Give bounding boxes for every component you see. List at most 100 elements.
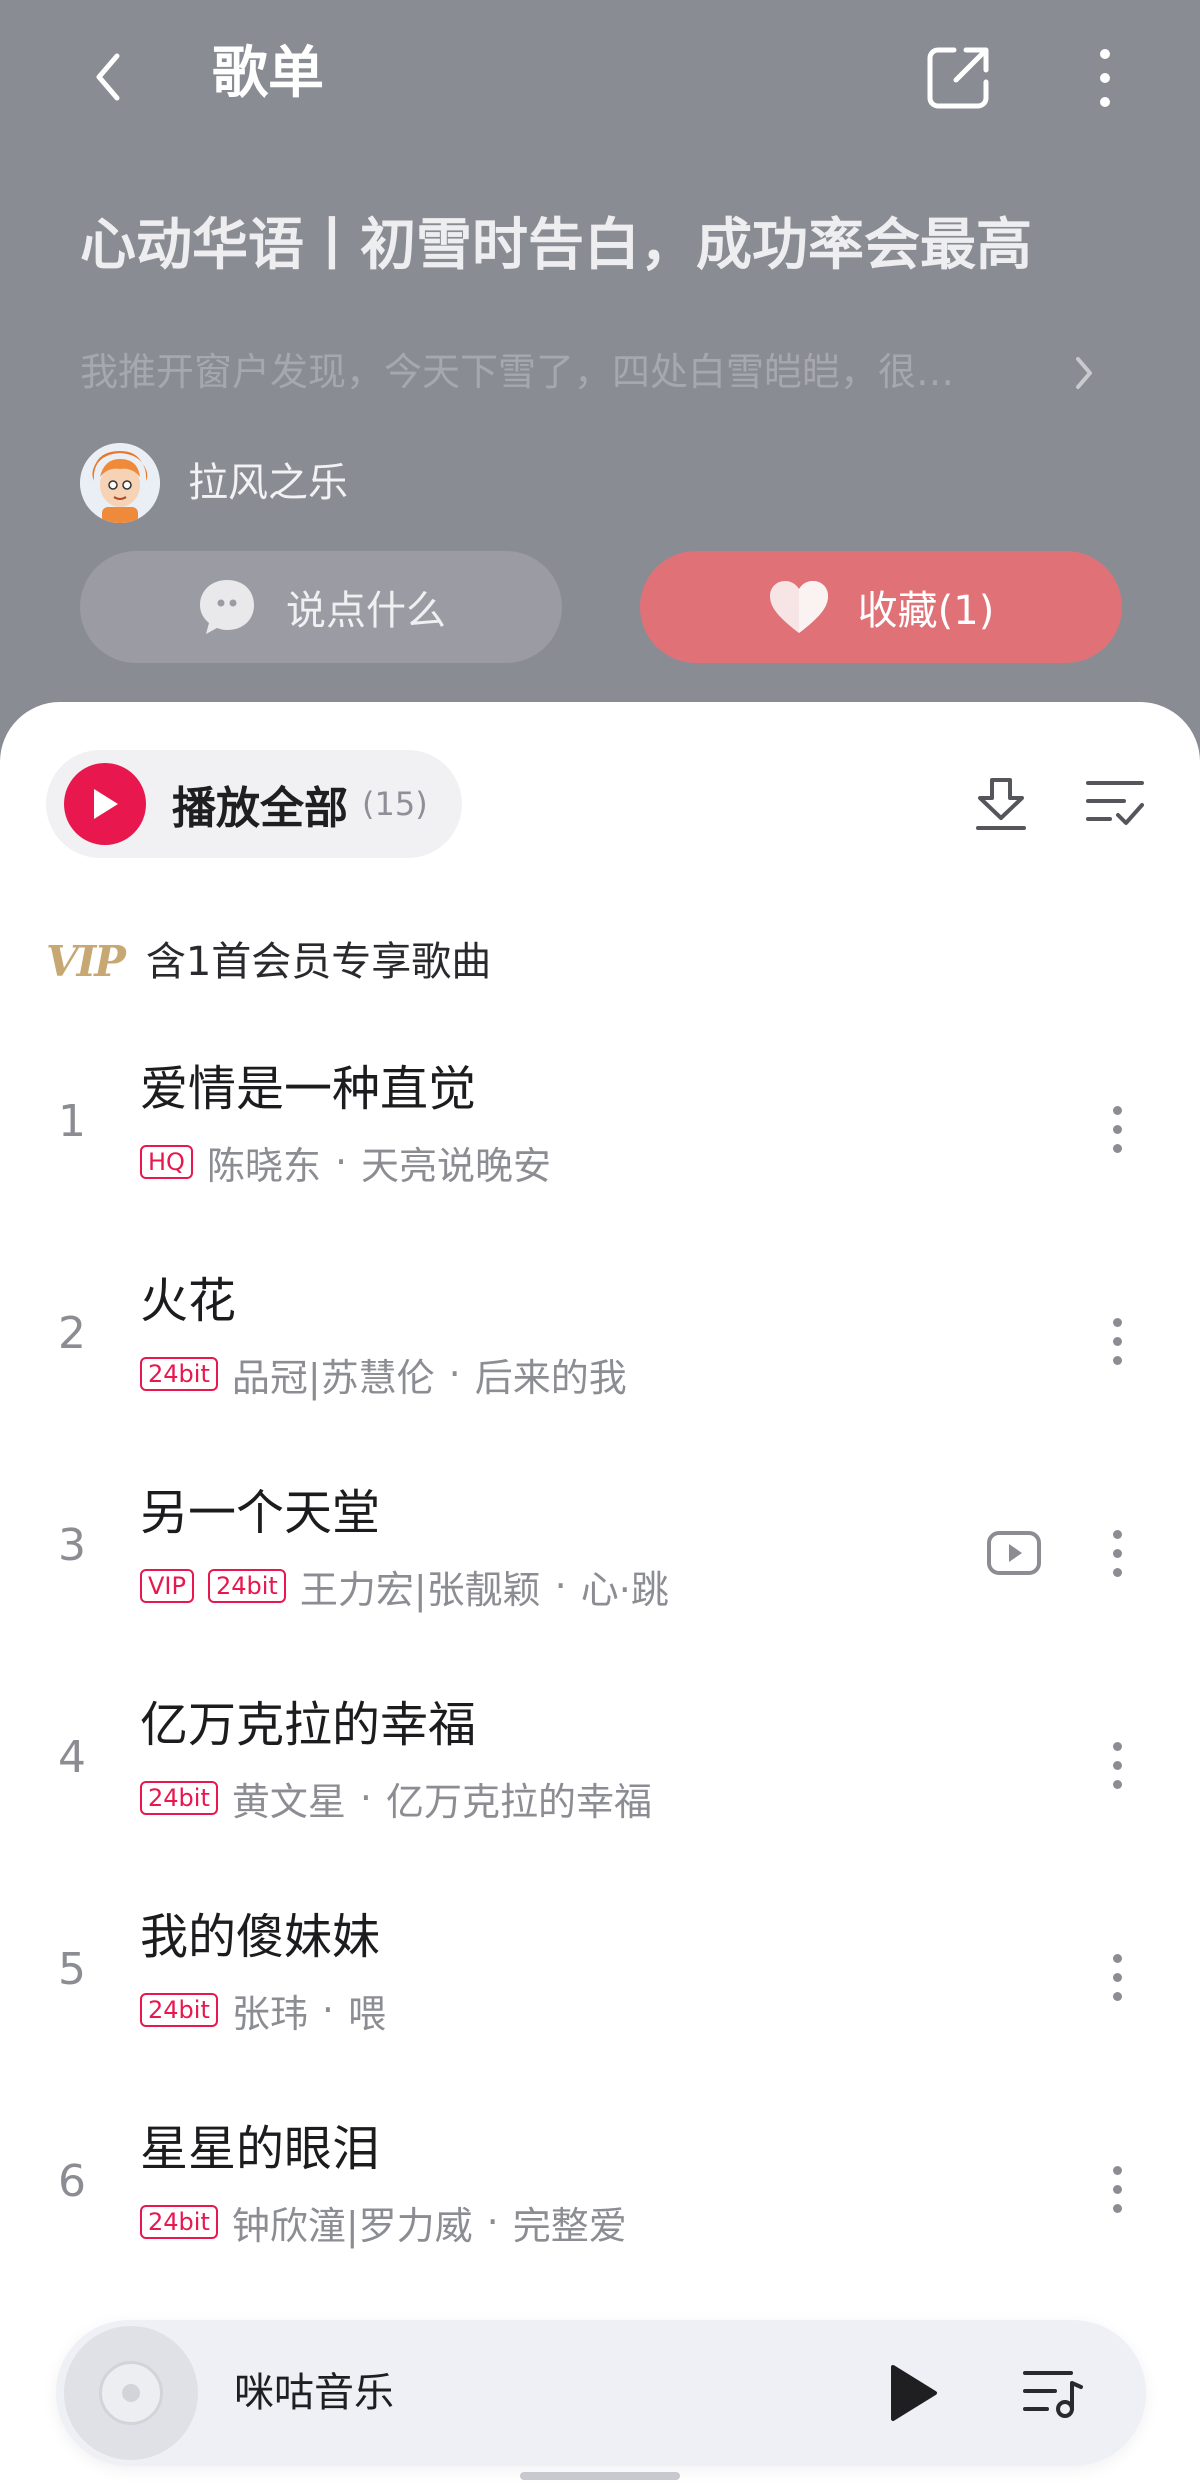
download-button[interactable] <box>966 768 1036 838</box>
song-count: (15) <box>362 785 428 823</box>
separator: · <box>321 1988 334 2032</box>
playlist-description[interactable]: 我推开窗户发现，今天下雪了，四处白雪皑皑，很… <box>80 346 1040 398</box>
playlist-queue-button[interactable] <box>1016 2356 1090 2430</box>
song-row[interactable]: 6 星星的眼泪 24bit 钟欣潼|罗力威 · 完整爱 <box>0 2082 1200 2294</box>
heart-icon <box>769 581 828 633</box>
playlist-header: 歌单 心动华语丨初雪时告白，成功率会最高 我推开窗户发现，今天下雪了，四处白雪皑… <box>0 0 1200 760</box>
song-index: 5 <box>58 1944 86 1995</box>
song-more-button[interactable] <box>1100 1306 1134 1376</box>
playlist-page: 歌单 心动华语丨初雪时告白，成功率会最高 我推开窗户发现，今天下雪了，四处白雪皑… <box>0 0 1200 2491</box>
mini-player[interactable]: 咪咕音乐 <box>56 2320 1146 2466</box>
multiselect-icon <box>1086 781 1144 825</box>
play-all-button[interactable]: 播放全部 (15) <box>46 750 462 858</box>
song-more-icon <box>1112 1529 1122 1577</box>
song-title: 星星的眼泪 <box>140 2121 381 2177</box>
more-button[interactable] <box>1080 40 1130 116</box>
song-more-icon <box>1112 2165 1122 2213</box>
quality-tag: 24bit <box>140 2205 218 2239</box>
song-more-button[interactable] <box>1100 1942 1134 2012</box>
song-album: 天亮说晚安 <box>361 1143 552 1188</box>
back-button[interactable] <box>78 42 138 112</box>
song-row[interactable]: 4 亿万克拉的幸福 24bit 黄文星 · 亿万克拉的幸福 <box>0 1658 1200 1870</box>
song-more-button[interactable] <box>1100 2154 1134 2224</box>
multiselect-button[interactable] <box>1080 768 1150 838</box>
song-more-button[interactable] <box>1100 1730 1134 1800</box>
quality-tag: 24bit <box>140 1357 218 1391</box>
song-album: 完整爱 <box>512 2203 627 2248</box>
vip-notice-text: 含1首会员专享歌曲 <box>145 939 492 985</box>
quality-tag: HQ <box>140 1145 193 1179</box>
song-title: 火花 <box>140 1273 237 1329</box>
song-album: 亿万克拉的幸福 <box>385 1779 652 1824</box>
song-row[interactable]: 3 另一个天堂 VIP 24bit 王力宏|张靓颖 · 心·跳 <box>0 1446 1200 1658</box>
home-indicator <box>520 2472 680 2480</box>
song-list: 1 爱情是一种直觉 HQ 陈晓东 · 天亮说晚安 2 火花 24bit 品冠|苏… <box>0 1022 1200 2294</box>
quality-tag: 24bit <box>207 1569 286 1603</box>
creator-name[interactable]: 拉风之乐 <box>188 455 348 511</box>
play-icon <box>891 2365 937 2421</box>
song-row[interactable]: 1 爱情是一种直觉 HQ 陈晓东 · 天亮说晚安 <box>0 1022 1200 1234</box>
disc-icon <box>99 2361 163 2425</box>
song-index: 6 <box>58 2156 86 2207</box>
separator: · <box>486 2200 499 2244</box>
page-title: 歌单 <box>212 41 324 106</box>
separator: · <box>359 1776 372 1820</box>
chevron-right-icon <box>1076 357 1092 389</box>
collect-button[interactable]: 收藏(1) <box>640 551 1122 663</box>
song-more-icon <box>1112 1953 1122 2001</box>
download-icon <box>976 778 1026 830</box>
song-more-icon <box>1112 1317 1122 1365</box>
song-index: 3 <box>58 1520 86 1571</box>
play-icon <box>94 789 118 819</box>
description-expand-button[interactable] <box>1064 350 1104 396</box>
song-more-button[interactable] <box>1100 1094 1134 1164</box>
song-more-icon <box>1112 1105 1122 1153</box>
mini-player-cover[interactable] <box>64 2326 198 2460</box>
song-meta: VIP 24bit 王力宏|张靓颖 · 心·跳 <box>140 1560 669 1612</box>
quality-tag: 24bit <box>140 1781 218 1815</box>
separator: · <box>448 1352 461 1396</box>
back-icon <box>96 53 120 101</box>
playlist-queue-icon <box>1023 2371 1083 2418</box>
song-more-button[interactable] <box>1100 1518 1134 1588</box>
avatar-illustration <box>80 443 160 523</box>
song-meta: 24bit 钟欣潼|罗力威 · 完整爱 <box>140 2196 627 2248</box>
separator: · <box>554 1564 567 1608</box>
vip-tag: VIP <box>140 1569 194 1603</box>
vip-notice[interactable]: VIP 含1首会员专享歌曲 <box>46 932 491 992</box>
vip-logo: VIP <box>46 937 126 986</box>
song-title: 我的傻妹妹 <box>140 1909 381 1965</box>
song-artist: 王力宏|张靓颖 <box>299 1567 541 1612</box>
song-title: 亿万克拉的幸福 <box>140 1697 477 1753</box>
more-icon <box>1100 49 1110 107</box>
mv-icon <box>987 1531 1041 1575</box>
song-album: 喂 <box>347 1991 386 2036</box>
song-artist: 张玮 <box>231 1991 308 2036</box>
song-row[interactable]: 2 火花 24bit 品冠|苏慧伦 · 后来的我 <box>0 1234 1200 1446</box>
song-artist: 品冠|苏慧伦 <box>231 1355 435 1400</box>
mv-button[interactable] <box>986 1528 1042 1578</box>
chat-bubble-icon <box>200 580 254 634</box>
mini-play-button[interactable] <box>876 2356 950 2430</box>
song-row[interactable]: 5 我的傻妹妹 24bit 张玮 · 喂 <box>0 1870 1200 2082</box>
song-album: 后来的我 <box>474 1355 627 1400</box>
song-album: 心·跳 <box>580 1567 669 1612</box>
play-all-label: 播放全部 <box>172 783 348 834</box>
song-meta: 24bit 张玮 · 喂 <box>140 1984 386 2036</box>
song-list-sheet: 播放全部 (15) VIP 含1首会员专享歌曲 1 爱情是一种直觉 HQ 陈晓东… <box>0 702 1200 2491</box>
share-button[interactable] <box>920 40 996 116</box>
share-icon <box>927 47 989 109</box>
playlist-title: 心动华语丨初雪时告白，成功率会最高 <box>80 213 1032 278</box>
song-index: 1 <box>58 1096 86 1147</box>
top-bar: 歌单 <box>0 0 1200 150</box>
song-index: 2 <box>58 1308 86 1359</box>
comment-button[interactable]: 说点什么 <box>80 551 562 663</box>
play-all-icon-wrap <box>64 763 146 845</box>
mini-player-title: 咪咕音乐 <box>234 2370 394 2416</box>
collect-label: 收藏(1) <box>857 588 995 634</box>
creator-avatar[interactable] <box>80 443 160 523</box>
song-title: 另一个天堂 <box>140 1485 381 1541</box>
song-meta: 24bit 品冠|苏慧伦 · 后来的我 <box>140 1348 627 1400</box>
song-title: 爱情是一种直觉 <box>140 1061 477 1117</box>
song-artist: 黄文星 <box>231 1779 346 1824</box>
